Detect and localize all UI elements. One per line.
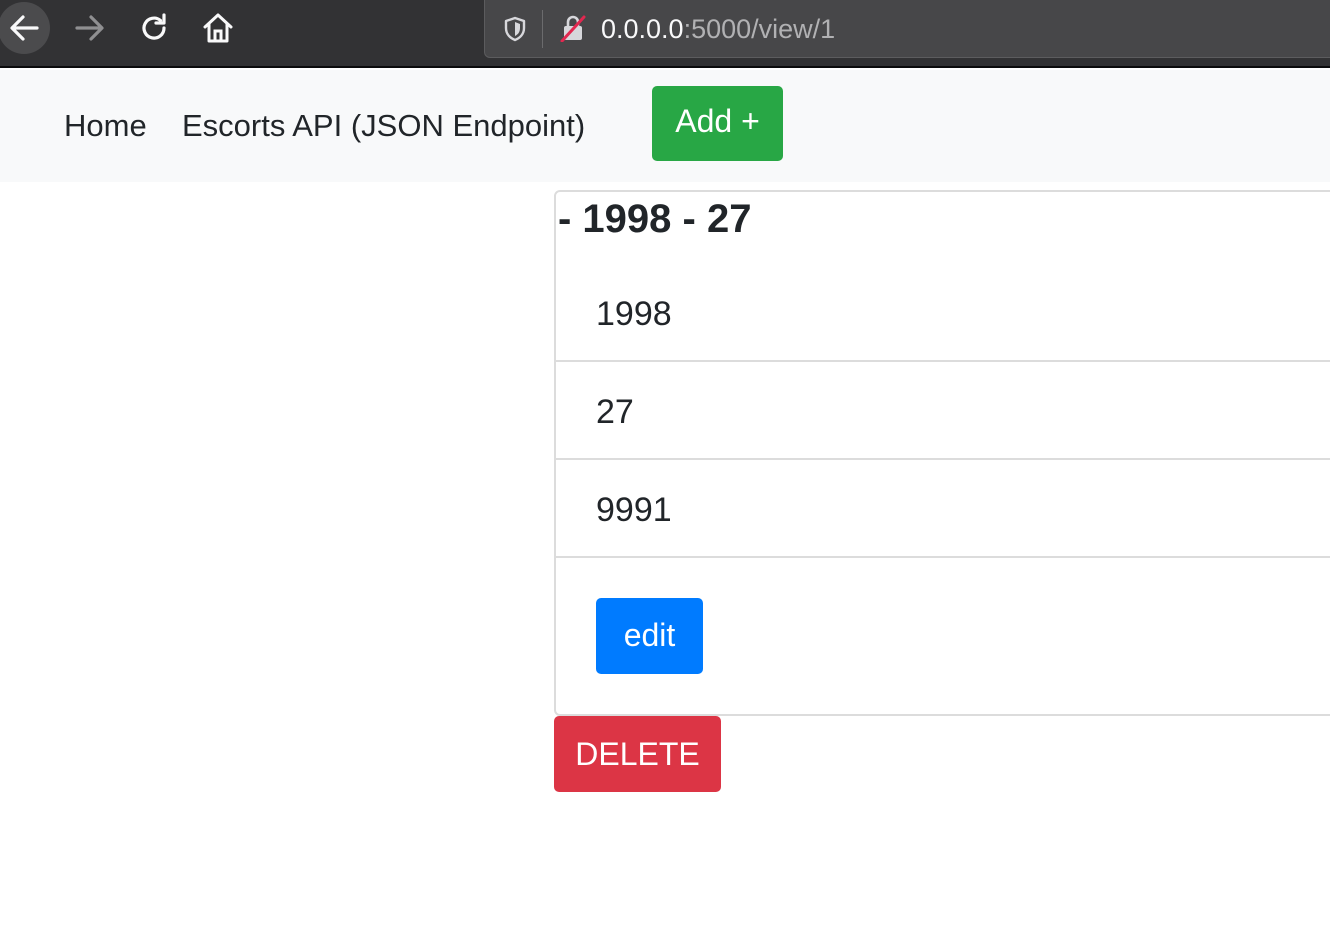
nav-home-link[interactable]: Home xyxy=(64,106,147,146)
home-icon xyxy=(203,13,233,43)
edit-button[interactable]: edit xyxy=(596,598,703,674)
list-item: 27 xyxy=(596,393,634,431)
home-browser-button[interactable] xyxy=(192,2,244,54)
back-arrow-icon xyxy=(10,15,39,41)
detail-card: - 1998 - 27 1998 27 9991 edit xyxy=(554,190,1330,716)
forward-button[interactable] xyxy=(64,2,116,54)
url-text[interactable]: 0.0.0.0:5000/view/1 xyxy=(601,12,835,46)
address-bar[interactable]: 0.0.0.0:5000/view/1 xyxy=(484,0,1330,58)
shield-icon[interactable] xyxy=(503,16,527,42)
list-item: 9991 xyxy=(596,491,672,529)
url-path: :5000/view/1 xyxy=(683,14,836,44)
reload-button[interactable] xyxy=(128,2,180,54)
card-title: - 1998 - 27 xyxy=(558,197,752,241)
url-divider xyxy=(542,10,543,48)
add-button[interactable]: Add + xyxy=(652,86,783,161)
list-item: 1998 xyxy=(596,295,672,333)
list-divider xyxy=(556,556,1330,558)
url-host: 0.0.0.0 xyxy=(601,14,684,44)
reload-icon xyxy=(142,13,166,40)
back-button[interactable] xyxy=(0,2,50,54)
list-divider xyxy=(556,360,1330,362)
nav-api-link[interactable]: Escorts API (JSON Endpoint) xyxy=(182,106,585,146)
insecure-lock-icon[interactable] xyxy=(559,14,587,42)
list-divider xyxy=(556,458,1330,460)
delete-button[interactable]: DELETE xyxy=(554,716,721,792)
browser-toolbar: 0.0.0.0:5000/view/1 xyxy=(0,0,1330,68)
forward-arrow-icon xyxy=(75,15,104,41)
site-navbar: Home Escorts API (JSON Endpoint) Add + xyxy=(0,70,1330,182)
